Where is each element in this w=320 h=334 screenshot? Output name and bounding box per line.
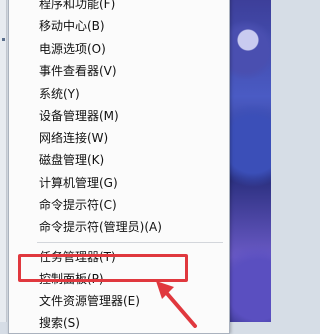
menu-item-programs-features[interactable]: 程序和功能(F) <box>9 0 229 15</box>
menu-item-disk-management[interactable]: 磁盘管理(K) <box>9 149 229 171</box>
menu-item-system[interactable]: 系统(Y) <box>9 83 229 105</box>
menu-item-computer-management[interactable]: 计算机管理(G) <box>9 172 229 194</box>
menu-item-command-prompt-admin[interactable]: 命令提示符(管理员)(A) <box>9 216 229 238</box>
menu-separator <box>37 242 223 243</box>
left-edge-strip <box>0 0 7 322</box>
pointer-arrow-icon <box>156 281 197 328</box>
menu-item-command-prompt[interactable]: 命令提示符(C) <box>9 194 229 216</box>
menu-item-event-viewer[interactable]: 事件查看器(V) <box>9 60 229 82</box>
menu-item-network-connections[interactable]: 网络连接(W) <box>9 127 229 149</box>
menu-item-device-manager[interactable]: 设备管理器(M) <box>9 105 229 127</box>
strip-marker <box>2 38 5 41</box>
menu-item-power-options[interactable]: 电源选项(O) <box>9 38 229 60</box>
desktop-wallpaper <box>228 0 271 322</box>
menu-item-mobility-center[interactable]: 移动中心(B) <box>9 15 229 37</box>
